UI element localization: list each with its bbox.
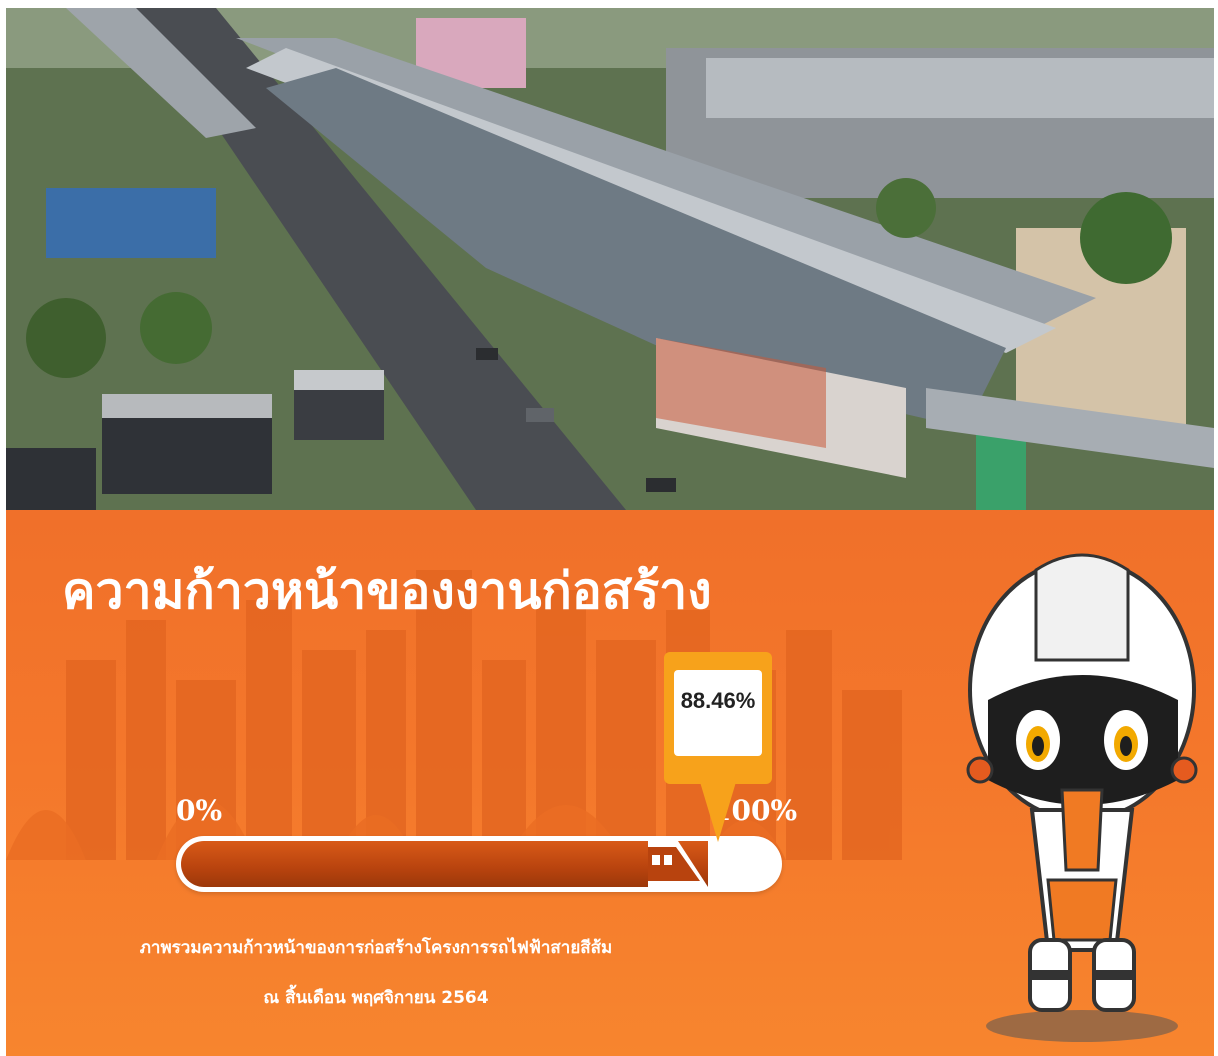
construction-photo: [6, 8, 1214, 510]
station-aerial-illustration: [6, 8, 1214, 510]
progress-percent-value: 88.46%: [680, 688, 756, 713]
headline: ความก้าวหน้าของงานก่อสร้าง: [62, 562, 712, 620]
caption-line-2: ณ สิ้นเดือน พฤศจิกายน 2564: [263, 988, 489, 1008]
caption-line-1: ภาพรวมความก้าวหน้าของการก่อสร้างโครงการร…: [139, 938, 613, 958]
progress-panel: ความก้าวหน้าของงานก่อสร้าง 0% 100% 88.46…: [6, 510, 1214, 1056]
progress-marker: 88.46%: [662, 652, 774, 852]
progress-start-label: 0%: [176, 794, 223, 827]
progress-fill: [181, 841, 708, 887]
mascot-robot-illustration: [966, 553, 1198, 1042]
marker-pin-icon: [664, 652, 772, 842]
